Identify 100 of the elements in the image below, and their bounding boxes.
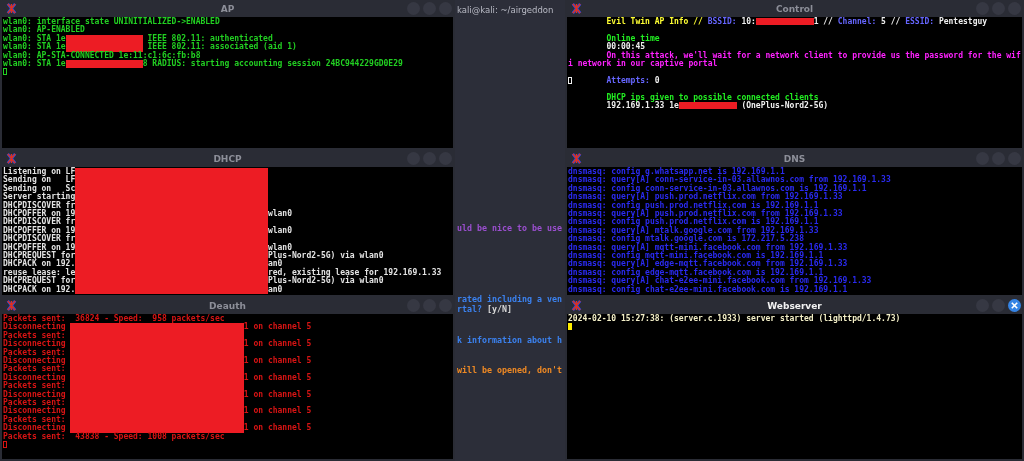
terminal-line: Online time (605, 34, 661, 43)
terminal-text: DHCPDISCOVER fr (3, 218, 76, 227)
terminal-text: Plus-Nord2-5G) via wlan0 (267, 277, 385, 286)
terminal-line: dnsmasq: query[A] push.prod.netflix.com from 192.169.1.33 (568, 193, 844, 202)
redaction-block (755, 18, 814, 25)
terminal-text: Packets sent: (3, 399, 67, 408)
cross-logo-icon (6, 300, 17, 311)
terminal-text: DHCPACK on 192. (3, 260, 76, 269)
window-title: Webserver (767, 300, 822, 311)
redaction-block (678, 102, 737, 109)
terminal-text: Disconnecting (3, 357, 67, 366)
terminal-text: DHCPACK on 192. (3, 285, 76, 295)
terminal-text: rtal? (457, 304, 482, 314)
terminal-text: 5 // (880, 17, 902, 26)
terminal-text: Plus-Nord2-5G) via wlan0 (267, 252, 385, 261)
terminal-text: Disconnecting (3, 407, 67, 416)
terminal-line: dnsmasq: config g.whatsapp.net is 192.169.1.1 (568, 168, 785, 176)
terminal-text: Packets sent: (3, 365, 67, 374)
terminal-text: 1 on channel 5 (243, 390, 312, 400)
terminal-text: Packets sent: (3, 331, 67, 340)
terminal-text: BSSID: (707, 17, 737, 26)
terminal-text: an0 (267, 285, 283, 295)
terminal-text: Disconnecting (3, 340, 67, 349)
terminal-line: 2024-02-10 15:27:38: (server.c.1933) server started (lighttpd/1.4.73) (568, 315, 902, 324)
terminal-text: Disconnecting (3, 373, 67, 383)
terminal-text: Evil Twin AP Info // (606, 17, 704, 26)
terminal-text: 1 // (813, 17, 834, 26)
terminal-text: wlan0 (267, 210, 293, 219)
cross-logo-icon (571, 3, 582, 14)
terminal-text: 10: (740, 17, 756, 26)
terminal-text: DHCPOFFER on 19 (3, 243, 76, 252)
terminal-text: Attempts: (606, 75, 650, 85)
text-cursor (568, 76, 572, 84)
terminal-text: DHCPREQUEST for (3, 277, 76, 286)
terminal-text: wlan0: STA 1e (3, 60, 66, 69)
terminal-line: dnsmasq: config mtalk.google.com is 172.217.5.238 (568, 235, 804, 244)
terminal-text: 192.169.1.33 1e (606, 101, 679, 110)
terminal-text: wlan0: STA 1e (3, 43, 66, 52)
terminal-text: Server starting (3, 193, 76, 202)
terminal-text: wlan0 (267, 226, 293, 236)
cross-logo-icon (6, 153, 17, 164)
terminal-line: wlan0: AP-ENABLED (3, 26, 86, 35)
close-button[interactable] (1008, 299, 1021, 312)
window-title: Control (775, 3, 814, 14)
terminal-text: 1 on channel 5 (243, 407, 312, 416)
terminal-text: 1 on channel 5 (243, 323, 312, 332)
terminal-text: rated including a ven (457, 293, 562, 304)
terminal-line: dnsmasq: query[A] mqtt-mini.facebook.com from 192.169.1.33 (568, 243, 849, 252)
terminal-text: Packets sent: (3, 415, 67, 424)
terminal-text: DHCPDISCOVER fr (3, 235, 76, 244)
window-title: Deauth (209, 300, 246, 311)
terminal-text: 1 on channel 5 (243, 340, 312, 349)
terminal-text: wlan0: STA 1e (3, 34, 66, 43)
terminal-text: 1 on channel 5 (243, 424, 312, 433)
terminal-text: Pentestguy (937, 17, 988, 26)
terminal-text: ESSID: (905, 17, 935, 26)
terminal-text: DHCPOFFER on 19 (3, 226, 76, 235)
terminal-text: Packets sent: (3, 382, 67, 391)
terminal-line: On this attack, we'll wait for a network client to provide us the password for the wifi network in our captive portal (568, 51, 1021, 69)
terminal-text: wlan0 (267, 243, 292, 252)
terminal-text: Channel: (837, 17, 877, 26)
terminal-text: Disconnecting (3, 323, 67, 332)
terminal-text: 8 RADIUS: starting accounting session 24BC944229GD0E29 (142, 60, 403, 69)
terminal-text: Disconnecting (3, 424, 67, 433)
terminal-line: dnsmasq: query[A] mtalk.google.com from 192.169.1.33 (568, 226, 820, 235)
terminal-line: dnsmasq: config push.prod.netflix.com is 192.169.1.1 (568, 218, 820, 227)
terminal-text: 1 on channel 5 (243, 373, 312, 383)
terminal-text: Packets sent: (3, 348, 67, 357)
cross-logo-icon (571, 300, 582, 311)
cross-logo-icon (6, 3, 17, 14)
terminal-text: IEEE 802.11: associated (aid 1) (147, 43, 297, 52)
terminal-text: [y/N] (485, 304, 512, 314)
terminal-text: will be opened, don't (457, 365, 562, 375)
close-icon (1010, 301, 1019, 310)
window-title: kali@kali: ~/airgeddon (456, 4, 555, 17)
window-title: DHCP (213, 153, 242, 164)
terminal-line: dnsmasq: config push.prod.netflix.com is 192.169.1.1 (568, 201, 819, 210)
terminal-text: k information about h (457, 334, 562, 345)
cross-logo-icon (571, 153, 582, 164)
terminal-line: DHCP ips given to possible connected clients (605, 93, 819, 102)
terminal-text: 1 on channel 5 (243, 357, 312, 366)
terminal-text: (OnePlus-Nord2-5G) (740, 101, 829, 110)
terminal-text: IEEE 802.11: authenticated (146, 34, 273, 43)
terminal-text: Sending on LF (3, 176, 76, 185)
terminal-text: Disconnecting (3, 390, 67, 400)
terminal-line: dnsmasq: config edge-mqtt.facebook.com is 192.169.1.1 (568, 268, 824, 277)
window-title: AP (220, 3, 235, 14)
terminal-text: Listening on LF (3, 168, 76, 176)
terminal-line: wlan0: AP-STA-CONNECTED 1e:11:c1:6c:fb:b8 (3, 51, 201, 60)
terminal-line: wlan0: interface state UNINITIALIZED->ENABLED (3, 18, 221, 26)
terminal-text: uld be nice to be use (457, 223, 562, 233)
window-title: DNS (783, 153, 806, 164)
terminal-text: an0 (267, 260, 283, 269)
terminal-line: Packets sent: 36824 - Speed: 958 packets/sec (3, 315, 226, 323)
terminal-text: DHCPDISCOVER fr (3, 201, 76, 210)
terminal-line: dnsmasq: config chat-e2ee-mini.facebook.com is 192.169.1.1 (568, 285, 849, 295)
terminal-line: Packets sent: 43838 - Speed: 1008 packets/sec (3, 432, 226, 442)
terminal-line: dnsmasq: query[A] edge-mqtt.facebook.com from 192.169.1.33 (568, 260, 849, 269)
terminal-text: 0 (653, 75, 660, 85)
terminal-line: 00:00:45 (605, 43, 646, 52)
